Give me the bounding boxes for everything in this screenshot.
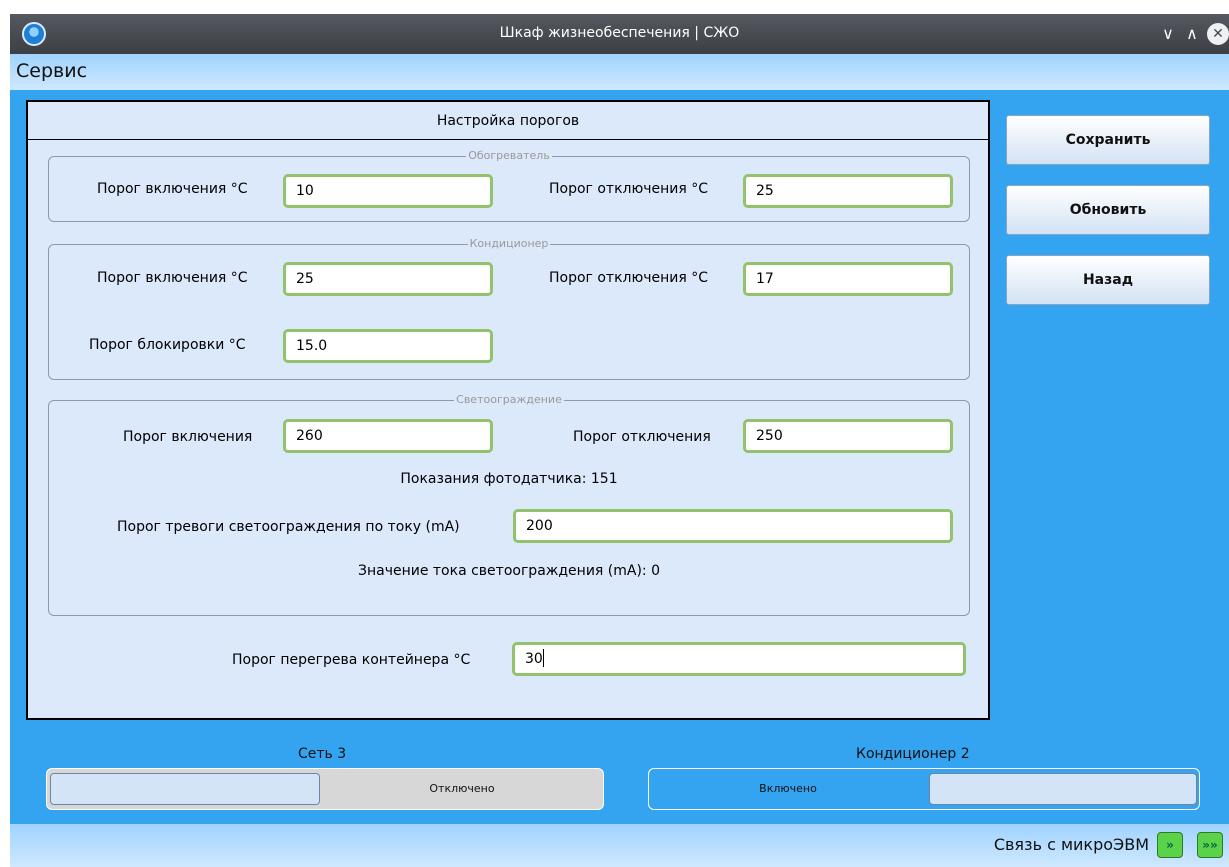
lights-off-label: Порог отключения	[573, 429, 711, 445]
menu-bar: Сервис	[10, 54, 1229, 90]
aircon-off-input[interactable]: 17	[743, 262, 953, 296]
photo-sensor-reading: Показания фотодатчика: 151	[400, 471, 618, 487]
aircon-group: Кондиционер Порог включения °C 25 Порог …	[48, 237, 970, 380]
status-bar: Связь с микроЭВМ » »»	[10, 824, 1229, 867]
heater-off-label: Порог отключения °C	[549, 181, 709, 197]
net-toggle-thumb[interactable]	[50, 773, 320, 805]
lights-off-input[interactable]: 250	[743, 419, 953, 453]
close-icon[interactable]: ✕	[1207, 23, 1229, 45]
aircon-off-label: Порог отключения °C	[549, 270, 709, 286]
aircon-toggle-thumb[interactable]	[929, 773, 1197, 805]
heater-on-input[interactable]: 10	[283, 174, 493, 208]
connection-label: Связь с микроЭВМ	[993, 835, 1149, 854]
title-bar: Шкаф жизнеобеспечения | СЖО ∨ ∧ ✕	[10, 14, 1229, 54]
aircon-toggle[interactable]: Включено	[648, 768, 1200, 810]
lights-on-label: Порог включения	[123, 429, 253, 445]
aircon-legend: Кондиционер	[467, 237, 551, 250]
heater-off-input[interactable]: 25	[743, 174, 953, 208]
thresholds-panel: Настройка порогов Обогреватель Порог вкл…	[26, 100, 990, 720]
maximize-icon[interactable]: ∧	[1181, 23, 1203, 45]
lights-on-input[interactable]: 260	[283, 419, 493, 453]
connection-forward-icon[interactable]: »»	[1197, 832, 1223, 858]
minimize-icon[interactable]: ∨	[1157, 23, 1179, 45]
main-area: Настройка порогов Обогреватель Порог вкл…	[10, 90, 1229, 824]
heater-legend: Обогреватель	[466, 149, 552, 162]
aircon-toggle-state: Включено	[759, 782, 817, 795]
aircon-block-input[interactable]: 15.0	[283, 329, 493, 363]
text-caret	[542, 648, 544, 667]
panel-header: Настройка порогов	[28, 102, 988, 140]
net-toggle[interactable]: Отключено	[46, 768, 604, 810]
heater-on-label: Порог включения °C	[97, 181, 248, 197]
lights-alarm-input[interactable]: 200	[513, 509, 953, 543]
aircon-on-label: Порог включения °C	[97, 270, 248, 286]
back-button[interactable]: Назад	[1006, 255, 1210, 305]
aircon-toggle-caption: Кондиционер 2	[856, 746, 970, 762]
connection-icon[interactable]: »	[1157, 832, 1183, 858]
overheat-input[interactable]: 30	[512, 642, 966, 676]
net-toggle-state: Отключено	[429, 782, 495, 795]
lights-legend: Светоограждение	[454, 393, 564, 406]
net-toggle-caption: Сеть 3	[298, 746, 347, 762]
heater-group: Обогреватель Порог включения °C 10 Порог…	[48, 149, 970, 222]
overheat-label: Порог перегрева контейнера °C	[232, 652, 471, 668]
lights-alarm-label: Порог тревоги светоограждения по току (m…	[117, 519, 460, 535]
lights-group: Светоограждение Порог включения 260 Поро…	[48, 393, 970, 616]
save-button[interactable]: Сохранить	[1006, 115, 1210, 165]
aircon-on-input[interactable]: 25	[283, 262, 493, 296]
menu-title[interactable]: Сервис	[16, 60, 87, 82]
aircon-block-label: Порог блокировки °C	[89, 337, 246, 353]
window-title: Шкаф жизнеобеспечения | СЖО	[499, 25, 740, 41]
refresh-button[interactable]: Обновить	[1006, 185, 1210, 235]
lights-current-value: Значение тока светоограждения (mA): 0	[357, 563, 661, 579]
